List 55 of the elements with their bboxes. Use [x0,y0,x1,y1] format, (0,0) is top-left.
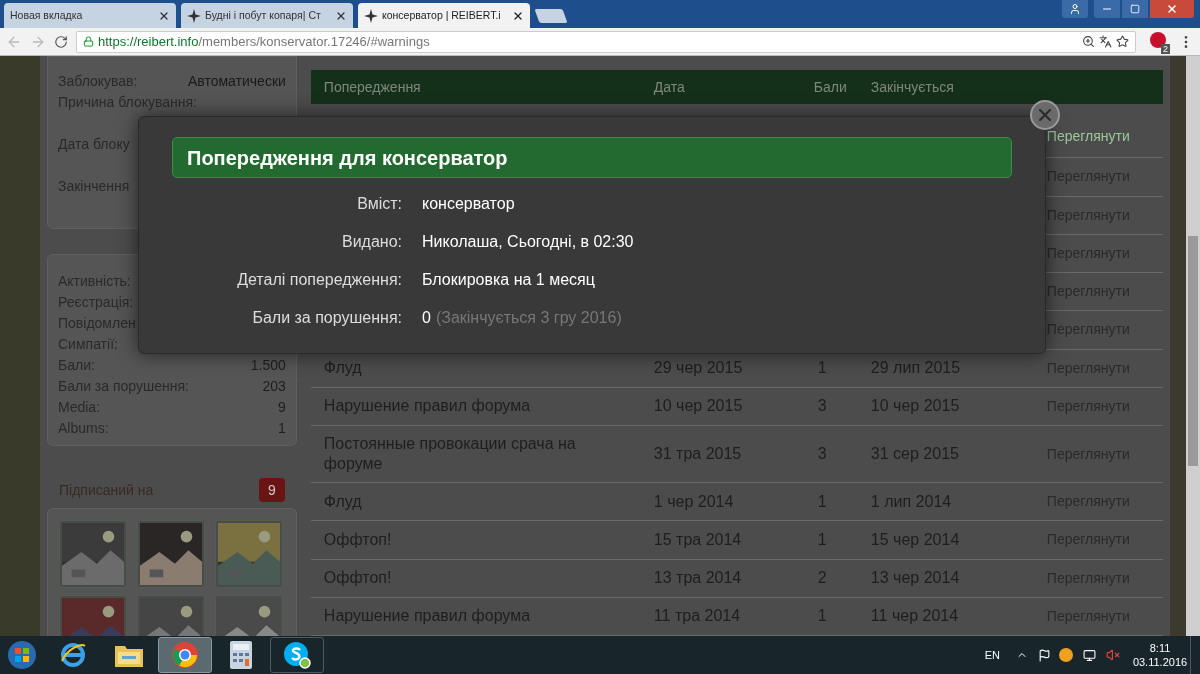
url-text: https://reibert.info/members/konservator.17246/#warnings [98,32,431,51]
column-heading: Дата [653,77,686,97]
browser-tab[interactable]: консерватор | REIBERT.i [358,3,530,28]
tab-title: консерватор | REIBERT.i [382,7,502,23]
chrome-icon [171,641,199,669]
field-label: Бали за порушення: [251,308,403,328]
column-heading: Закінчується [870,77,955,97]
taskbar-app[interactable] [270,637,324,673]
browser-tab[interactable]: Новая вкладка [4,3,176,28]
user-button[interactable] [1062,0,1088,18]
calculator-icon [230,641,252,669]
avatar-frame[interactable] [214,520,283,588]
stat-value: 9 [278,398,286,417]
browser-e-icon [59,641,87,669]
browser-tab[interactable]: Будні і побут копаря| Ст [181,3,353,28]
tab-title: Новая вкладка [10,7,84,23]
reload-icon[interactable] [54,34,68,49]
avatar-frame[interactable] [59,520,127,588]
avatar-frame[interactable] [136,520,205,588]
translate-icon[interactable] [1099,35,1112,48]
field-label: Деталі попередження: [236,270,403,290]
maximize-button[interactable] [1122,0,1148,18]
muted-volume-icon[interactable] [1106,648,1120,662]
tab-title: Будні і побут копаря| Ст [205,7,322,23]
windows-logo-icon [7,640,37,670]
field-value: Блокировка на 1 месяц [422,270,595,290]
maximize-icon [1130,4,1140,14]
chat-bubble-icon [283,641,311,669]
cross-icon [364,8,378,23]
scrollbar[interactable] [1186,56,1200,636]
dialog-title: Попередження для консерватор [172,137,1012,178]
field-value: консерватор [422,194,515,214]
flag-icon[interactable] [1038,648,1051,662]
close-icon [1166,3,1178,15]
tray-app-icon[interactable] [1059,648,1073,662]
column-heading: Бали [813,77,848,97]
field-value: 0 [422,308,431,328]
language-indicator[interactable]: EN [984,646,1000,664]
field-note: (Закінчується 3 гру 2016) [435,308,622,328]
new-tab-button[interactable] [534,9,568,23]
field-label: Видано: [340,232,403,252]
cross-icon [187,8,201,23]
field-label: Вміст: [356,194,403,214]
extension-badge: 2 [1161,43,1170,54]
lock-icon [83,36,94,47]
count-badge: 9 [258,478,285,502]
column-heading: Попередження [322,77,422,97]
address-field[interactable]: https://reibert.info/members/konservator.17246/#warnings [76,30,1136,53]
zoom-icon[interactable] [1082,35,1095,48]
user-icon [1069,3,1081,15]
info-value: Автоматически [188,72,286,91]
clock[interactable]: 8:11 03.11.2016 [1130,641,1190,669]
field-value: Николаша, Сьогодні, в 02:30 [422,232,634,252]
bookmark-star-icon[interactable] [1116,35,1129,48]
minimize-button[interactable] [1094,0,1120,18]
